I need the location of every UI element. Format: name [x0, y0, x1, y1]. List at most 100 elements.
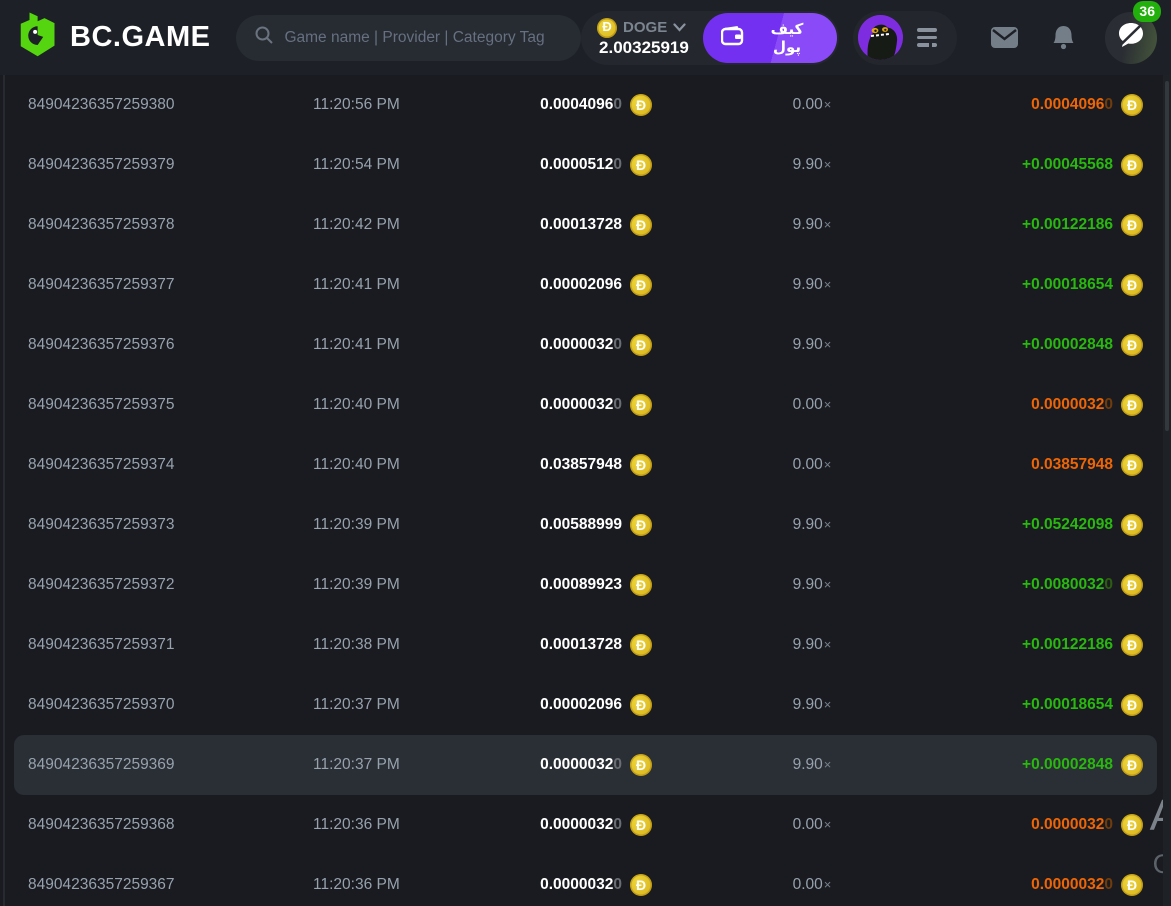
wallet-button[interactable]: کیف پول — [703, 13, 837, 63]
chevron-down-icon — [673, 19, 686, 37]
doge-coin-icon: Đ — [630, 274, 652, 296]
bet-row[interactable]: 84904236357259379 11:20:54 PM 0.00005120… — [0, 135, 1171, 195]
mail-icon[interactable] — [991, 27, 1018, 48]
doge-coin-icon: Đ — [630, 634, 652, 656]
bet-amount: 0.00000320 Đ — [480, 874, 652, 896]
doge-coin-icon: Đ — [630, 394, 652, 416]
bet-id: 84904236357259374 — [28, 456, 313, 474]
bet-multiplier: 0.00× — [652, 396, 972, 414]
bet-time: 11:20:40 PM — [313, 456, 480, 474]
bet-amount: 0.00013728 Đ — [480, 634, 652, 656]
bet-id: 84904236357259368 — [28, 816, 313, 834]
bet-multiplier: 9.90× — [652, 516, 972, 534]
currency-selector[interactable]: Đ DOGE 2.00325919 — [597, 18, 689, 58]
bet-time: 11:20:41 PM — [313, 276, 480, 294]
bet-payout: +0.00018654 Đ — [972, 274, 1143, 296]
scrollbar-thumb[interactable] — [1165, 81, 1169, 431]
bet-row[interactable]: 84904236357259372 11:20:39 PM 0.00089923… — [0, 555, 1171, 615]
bet-id: 84904236357259373 — [28, 516, 313, 534]
bet-id: 84904236357259378 — [28, 216, 313, 234]
bet-row[interactable]: 84904236357259380 11:20:56 PM 0.00040960… — [0, 75, 1171, 135]
bet-row[interactable]: 84904236357259371 11:20:38 PM 0.00013728… — [0, 615, 1171, 675]
chat-button[interactable]: 36 — [1105, 12, 1157, 64]
bet-payout: +0.00002848 Đ — [972, 334, 1143, 356]
doge-coin-icon: Đ — [597, 18, 617, 38]
balance-value: 2.00325919 — [597, 38, 689, 58]
doge-coin-icon: Đ — [630, 754, 652, 776]
bet-amount: 0.00000320 Đ — [480, 394, 652, 416]
scrollbar[interactable] — [1163, 75, 1171, 906]
bet-time: 11:20:41 PM — [313, 336, 480, 354]
bet-id: 84904236357259370 — [28, 696, 313, 714]
bet-time: 11:20:54 PM — [313, 156, 480, 174]
doge-coin-icon: Đ — [1121, 154, 1143, 176]
bet-multiplier: 9.90× — [652, 276, 972, 294]
wallet-button-label: کیف پول — [755, 20, 819, 56]
bet-row[interactable]: 84904236357259367 11:20:36 PM 0.00000320… — [0, 855, 1171, 906]
doge-coin-icon: Đ — [1121, 634, 1143, 656]
bet-time: 11:20:39 PM — [313, 576, 480, 594]
chat-unread-badge: 36 — [1133, 1, 1161, 22]
bet-row[interactable]: 84904236357259374 11:20:40 PM 0.03857948… — [0, 435, 1171, 495]
bet-time: 11:20:37 PM — [313, 696, 480, 714]
bet-row[interactable]: 84904236357259377 11:20:41 PM 0.00002096… — [0, 255, 1171, 315]
doge-coin-icon: Đ — [1121, 214, 1143, 236]
bet-row[interactable]: 84904236357259373 11:20:39 PM 0.00588999… — [0, 495, 1171, 555]
bet-multiplier: 9.90× — [652, 336, 972, 354]
search-input[interactable] — [284, 29, 563, 47]
bet-row[interactable]: 84904236357259378 11:20:42 PM 0.00013728… — [0, 195, 1171, 255]
bet-id: 84904236357259376 — [28, 336, 313, 354]
bet-id: 84904236357259367 — [28, 876, 313, 894]
bet-multiplier: 9.90× — [652, 696, 972, 714]
bet-payout: +0.05242098 Đ — [972, 514, 1143, 536]
bet-multiplier: 9.90× — [652, 576, 972, 594]
bet-row[interactable]: 84904236357259370 11:20:37 PM 0.00002096… — [0, 675, 1171, 735]
search-bar[interactable] — [236, 15, 581, 61]
bet-amount: 0.00002096 Đ — [480, 274, 652, 296]
bet-payout: 0.00000320 Đ — [972, 394, 1143, 416]
logo-text: BC.GAME — [70, 21, 210, 54]
logo[interactable]: BC.GAME — [17, 11, 210, 64]
currency-code: DOGE — [623, 19, 667, 36]
doge-coin-icon: Đ — [630, 694, 652, 716]
bet-multiplier: 9.90× — [652, 216, 972, 234]
bet-payout: 0.00000320 Đ — [972, 874, 1143, 896]
bet-amount: 0.00002096 Đ — [480, 694, 652, 716]
bet-row[interactable]: 84904236357259376 11:20:41 PM 0.00000320… — [0, 315, 1171, 375]
bet-amount: 0.00000320 Đ — [480, 754, 652, 776]
bet-id: 84904236357259380 — [28, 96, 313, 114]
bet-time: 11:20:38 PM — [313, 636, 480, 654]
bet-time: 11:20:40 PM — [313, 396, 480, 414]
bet-time: 11:20:36 PM — [313, 816, 480, 834]
bet-id: 84904236357259375 — [28, 396, 313, 414]
bet-payout: +0.00122186 Đ — [972, 214, 1143, 236]
bet-history-table: 84904236357259380 11:20:56 PM 0.00040960… — [0, 75, 1171, 906]
bet-id: 84904236357259369 — [28, 756, 313, 774]
bet-payout: +0.00018654 Đ — [972, 694, 1143, 716]
bet-time: 11:20:56 PM — [313, 96, 480, 114]
chat-muted-icon — [1117, 21, 1145, 54]
top-bar: BC.GAME Đ DOGE 2.00325919 — [0, 0, 1171, 75]
doge-coin-icon: Đ — [630, 334, 652, 356]
doge-coin-icon: Đ — [1121, 394, 1143, 416]
profile-menu-icon[interactable] — [913, 24, 941, 51]
avatar[interactable] — [858, 15, 903, 60]
doge-coin-icon: Đ — [630, 874, 652, 896]
bet-multiplier: 0.00× — [652, 456, 972, 474]
bet-id: 84904236357259371 — [28, 636, 313, 654]
bet-payout: +0.00002848 Đ — [972, 754, 1143, 776]
doge-coin-icon: Đ — [1121, 754, 1143, 776]
bet-amount: 0.00588999 Đ — [480, 514, 652, 536]
doge-coin-icon: Đ — [630, 454, 652, 476]
bet-row[interactable]: 84904236357259369 11:20:37 PM 0.00000320… — [14, 735, 1157, 795]
bet-amount: 0.00089923 Đ — [480, 574, 652, 596]
bet-multiplier: 0.00× — [652, 96, 972, 114]
doge-coin-icon: Đ — [630, 94, 652, 116]
doge-coin-icon: Đ — [630, 814, 652, 836]
bet-payout: +0.00800320 Đ — [972, 574, 1143, 596]
bet-row[interactable]: 84904236357259368 11:20:36 PM 0.00000320… — [0, 795, 1171, 855]
bell-icon[interactable] — [1052, 25, 1075, 51]
doge-coin-icon: Đ — [1121, 574, 1143, 596]
bet-row[interactable]: 84904236357259375 11:20:40 PM 0.00000320… — [0, 375, 1171, 435]
bet-time: 11:20:37 PM — [313, 756, 480, 774]
